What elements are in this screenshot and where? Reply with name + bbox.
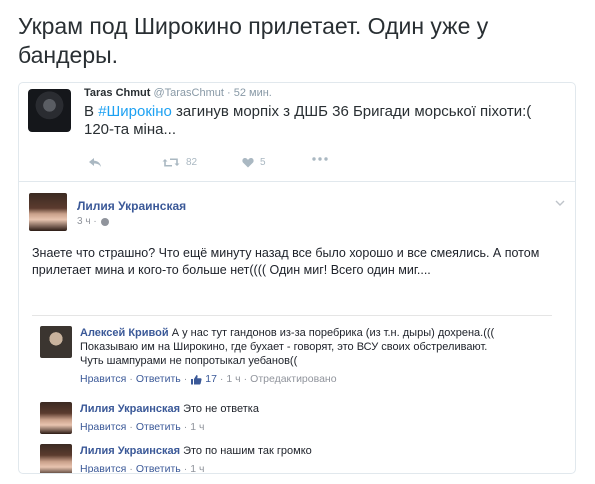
separator: · (129, 373, 133, 385)
globe-icon (100, 217, 109, 226)
retweet-icon (162, 158, 180, 167)
more-button[interactable] (312, 157, 328, 161)
separator: · (219, 373, 224, 385)
comment-author[interactable]: Лилия Украинская (80, 445, 180, 457)
post-author-avatar[interactable] (29, 193, 67, 231)
screenshot-card: Taras Chmut @TarasChmut · 52 мин. В #Шир… (18, 82, 576, 474)
chevron-down-icon[interactable] (555, 197, 565, 207)
comment-time[interactable]: 1 ч (190, 462, 204, 473)
tweet-time[interactable]: · 52 мин. (227, 87, 272, 99)
comment-author[interactable]: Лилия Украинская (80, 403, 180, 415)
separator: · (243, 373, 248, 385)
comment-time[interactable]: 1 ч (190, 420, 204, 434)
separator: · (129, 421, 133, 433)
retweet-count: 82 (186, 157, 198, 168)
comment-reply-link[interactable]: Ответить (136, 420, 181, 434)
reply-button[interactable] (88, 157, 102, 168)
comment-avatar[interactable] (40, 326, 72, 358)
separator: · (183, 421, 188, 433)
more-icon (312, 157, 328, 161)
comment-text: Это по нашим так громко (183, 445, 312, 457)
tweet-hashtag[interactable]: #Широкіно (98, 103, 172, 120)
separator: · (183, 463, 188, 474)
comment-avatar[interactable] (40, 402, 72, 434)
reply-icon (89, 158, 101, 167)
tweet-text: В #Широкіно загинув морпіх з ДШБ 36 Бриг… (84, 103, 564, 139)
heart-icon (242, 158, 254, 168)
tweet-header: Taras Chmut @TarasChmut · 52 мин. (84, 87, 272, 99)
comment-actions: Нравится · Ответить · 1 ч (80, 420, 500, 434)
post-meta: 3 ч · (77, 216, 109, 227)
comment-body: Лилия Украинская Это по нашим так громко… (80, 444, 500, 474)
comment-actions: Нравится · Ответить · 1 ч (80, 462, 500, 474)
post-text: Знаете что страшно? Что ещё минуту назад… (32, 246, 540, 277)
like-button[interactable]: 5 (242, 157, 266, 168)
tweet-author-avatar[interactable] (28, 89, 71, 132)
post-time[interactable]: 3 ч · (77, 216, 97, 227)
comment-likes-count[interactable]: 17 (205, 372, 217, 386)
separator: · (183, 373, 188, 385)
comment-reply-link[interactable]: Ответить (136, 372, 181, 386)
headline: Укрaм под Широкино прилетает. Один уже у… (18, 13, 489, 68)
tweet-text-before: В (84, 103, 99, 120)
tweet: Taras Chmut @TarasChmut · 52 мин. В #Шир… (19, 83, 575, 182)
comment-like-link[interactable]: Нравится (80, 462, 126, 473)
tweet-author-handle[interactable]: @TarasChmut (153, 87, 223, 99)
comment-body: Алексей Кривой А у нас тут гандонов из-з… (80, 326, 500, 386)
tweet-actions: 82 5 (84, 157, 384, 173)
comment-avatar[interactable] (40, 444, 72, 473)
comment-text: Это не ответка (183, 403, 259, 415)
comment-actions: Нравится · Ответить · 17 · 1 ч · Отредак… (80, 372, 500, 386)
retweet-button[interactable]: 82 (162, 157, 197, 168)
comment-time[interactable]: 1 ч (226, 372, 240, 386)
tweet-author-name[interactable]: Taras Chmut (84, 87, 150, 99)
comment-edited[interactable]: Отредактировано (250, 372, 336, 386)
post-author-name[interactable]: Лилия Украинская (77, 199, 186, 213)
comment-like-link[interactable]: Нравится (80, 372, 126, 386)
comment-author[interactable]: Алексей Кривой (80, 327, 169, 339)
facebook-post: Лилия Украинская 3 ч · Знаете что страшн… (19, 183, 575, 474)
comment-like-link[interactable]: Нравится (80, 420, 126, 434)
comments-section: Алексей Кривой А у нас тут гандонов из-з… (32, 315, 552, 474)
comment-body: Лилия Украинская Это не ответка Нравится… (80, 402, 500, 434)
comment-reply-link[interactable]: Ответить (136, 462, 181, 473)
thumbs-up-icon (191, 374, 202, 384)
like-count: 5 (260, 157, 266, 168)
separator: · (129, 463, 133, 474)
